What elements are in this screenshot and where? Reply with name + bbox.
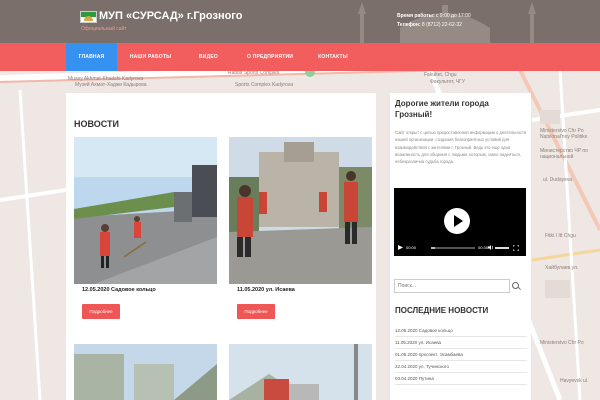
phone-label: Телефон: [397,22,421,28]
fullscreen-icon[interactable] [513,245,519,251]
main-nav: Главная Наши работы Видео О предприятии … [0,43,600,71]
video-current-time: 00:00 [406,245,417,250]
news-card-date[interactable]: 12.05.2020 Садовое кольцо [82,287,156,293]
news-section: Новости 12.05.2020 Садовое кольцо Подроб… [66,93,376,400]
map-label: Музей Ахмат-Хаджи Кадырова [75,82,147,88]
recent-news-item[interactable]: 01.05.2020 проспект. Эсамбаева [395,350,527,361]
news-card: 11.05.2020 ул. Исаева Подробнее [229,137,372,324]
map-label: Havyevsk ul. [560,378,589,384]
video-progress-fill [431,247,436,249]
hours-label: Время работы: [397,13,435,19]
map-label: Fitki I Itt Chgu [545,233,576,239]
nav-item-our-works[interactable]: Наши работы [117,43,184,71]
map-label: Министерство ЧР по национальной [540,148,588,160]
search-icon[interactable] [510,279,522,293]
news-photo[interactable] [74,137,217,284]
play-icon[interactable] [444,208,470,234]
recent-news-item[interactable]: 12.05.2020 Садовое кольцо [395,326,527,337]
news-photo[interactable] [229,137,372,284]
map-label: Факультет, ЧГУ [430,79,465,85]
welcome-text: Сайт открыт с целью предоставления инфор… [395,130,527,165]
read-more-button[interactable]: Подробнее [237,304,275,319]
section-title: Новости [74,119,120,129]
hours-value: с 9:00 до 17:00 [436,13,471,19]
site-title[interactable]: МУП «СУРСАД» г.Грозного [99,10,242,22]
map-label: Sports Complex Kadyrova [235,82,294,88]
map-label: Ministerstvo Chr Po [540,340,584,346]
play-small-icon[interactable] [398,245,403,250]
nav-item-contacts[interactable]: Контакты [307,43,359,71]
phone-info: Телефон: 8 (8712) 22-62-32 [397,22,462,28]
map-label: ul. Dudayeva [543,177,573,183]
sidebar: Дорогие жители города Грозный! Сайт откр… [390,93,531,400]
phone-value: 8 (8712) 22-62-32 [421,22,462,28]
recent-news-item[interactable]: 03.04.2020 Путина [395,374,527,385]
flag-logo-icon[interactable] [80,11,97,23]
news-card [74,344,217,400]
read-more-button[interactable]: Подробнее [82,304,120,319]
working-hours: Время работы: с 9:00 до 17:00 [397,13,471,19]
volume-slider[interactable] [495,247,509,249]
video-duration: 00:35 [478,245,489,250]
map-label: Ministerstvo Chr Po Natsional'noy Politi… [540,128,588,140]
recent-news-item[interactable]: 11.05.2020 ул. Исаева [395,338,527,349]
news-card-date[interactable]: 11.05.2020 ул. Исаева [237,287,295,293]
map-label: Хайбулаев ул. [545,265,579,271]
welcome-title: Дорогие жители города Грозный! [395,99,489,119]
site-subtitle: Официальный сайт [81,26,127,32]
nav-item-home[interactable]: Главная [66,43,117,71]
map-label: Fakultet, Chgu [424,72,457,78]
news-card [229,344,372,400]
site-header: МУП «СУРСАД» г.Грозного Официальный сайт… [0,0,600,43]
news-card: 12.05.2020 Садовое кольцо Подробнее [74,137,217,324]
video-player[interactable]: 00:00 00:35 [394,188,526,256]
nav-item-about[interactable]: О предприятии [233,43,307,71]
nav-item-video[interactable]: Видео [184,43,233,71]
video-progress-bar[interactable] [431,247,475,249]
search-input[interactable] [394,279,510,293]
news-photo[interactable] [74,344,217,400]
volume-icon[interactable] [488,245,494,250]
recent-news-title: Последние новости [395,306,489,315]
news-photo[interactable] [229,344,372,400]
recent-news-item[interactable]: 22.04.2020 ул. Тучинского [395,362,527,373]
